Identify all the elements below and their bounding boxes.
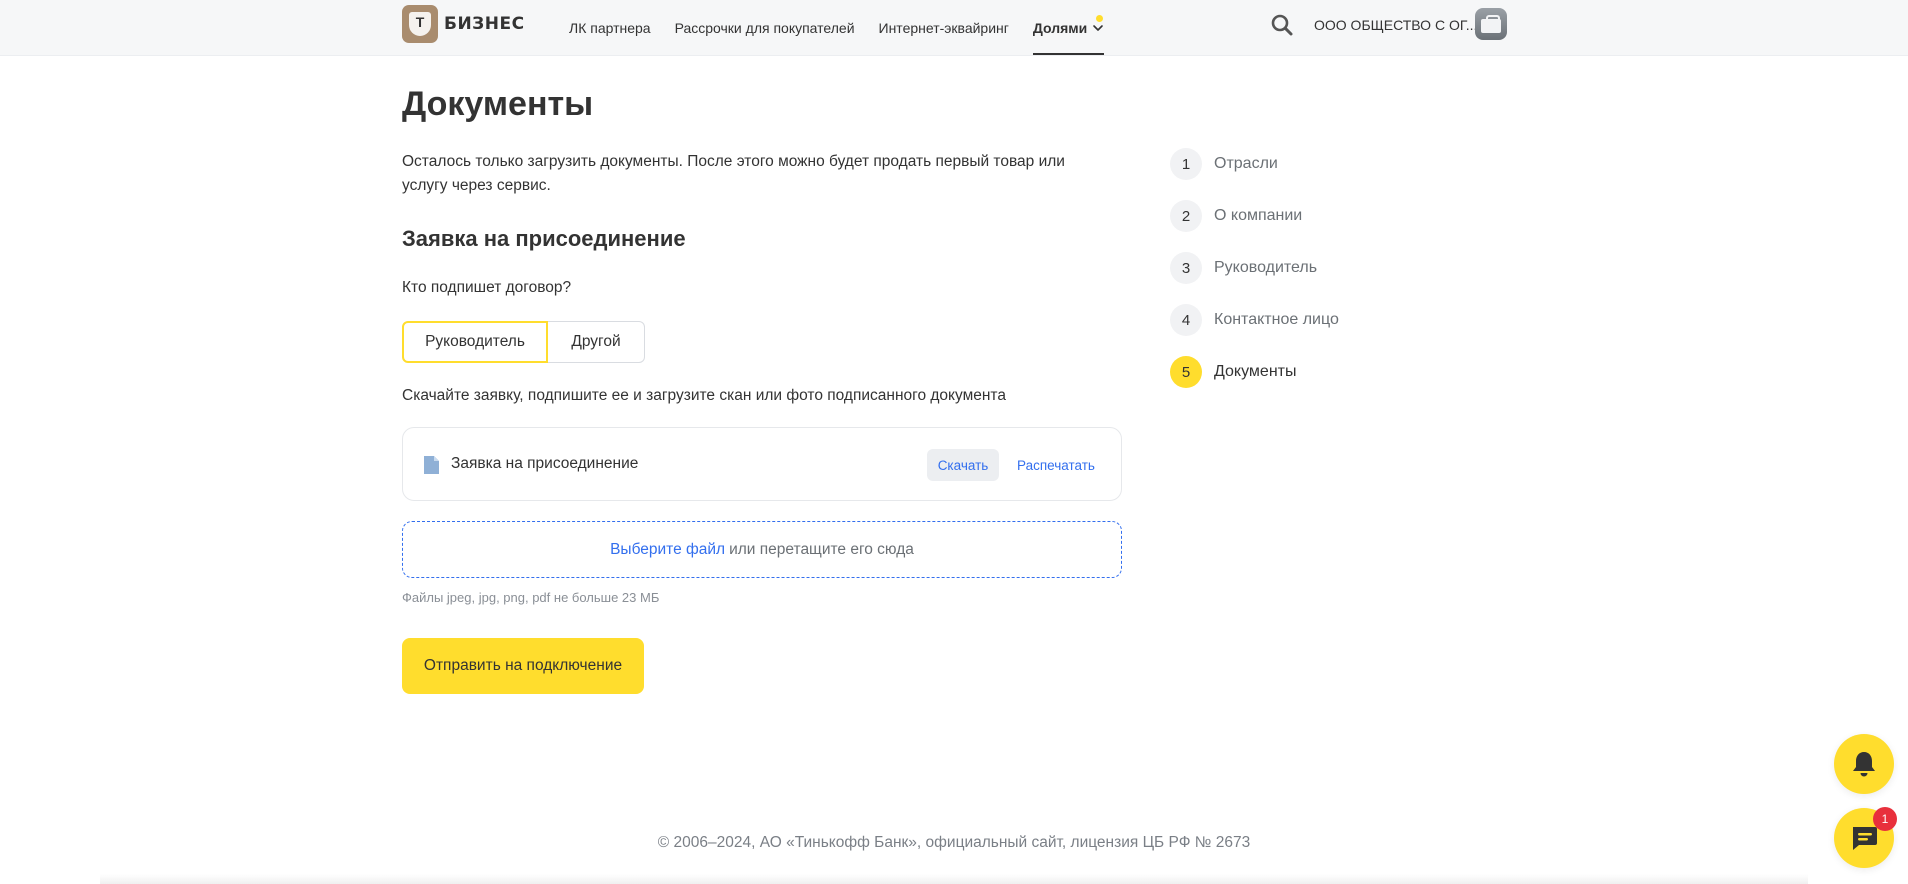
step-company[interactable]: 2 О компании (1170, 200, 1302, 232)
notifications-button[interactable] (1834, 734, 1894, 794)
nav-item-label: Рассрочки для покупателей (674, 19, 855, 36)
instruction-text: Скачайте заявку, подпишите ее и загрузит… (402, 387, 1006, 404)
chat-unread-badge: 1 (1873, 807, 1897, 831)
nav-item-acquiring[interactable]: Интернет-эквайринг (879, 0, 1009, 55)
step-label: Контактное лицо (1214, 311, 1339, 328)
choose-file-link[interactable]: Выберите файл (610, 541, 725, 559)
logo-letter: Т (409, 12, 431, 36)
signer-question: Кто подпишет договор? (402, 279, 572, 296)
section-title: Заявка на присоединение (402, 226, 686, 251)
document-icon (424, 456, 439, 474)
nav-item-label: ЛК партнера (569, 19, 651, 36)
step-number: 3 (1170, 252, 1202, 284)
dropzone-text: или перетащите его сюда (729, 540, 914, 558)
bell-icon (1853, 752, 1875, 777)
nav-item-label: Интернет-эквайринг (878, 19, 1009, 36)
main-nav: ЛК партнера Рассрочки для покупателей Ин… (569, 0, 1128, 55)
step-label: Документы (1214, 363, 1297, 380)
nav-item-dolyami[interactable]: Долями (1032, 0, 1105, 55)
logo-shield-icon: Т (402, 5, 438, 43)
step-industries[interactable]: 1 Отрасли (1170, 148, 1278, 180)
file-dropzone[interactable]: Выберите файл или перетащите его сюда (402, 521, 1122, 578)
chevron-down-icon (1093, 24, 1104, 31)
top-header: Т БИЗНЕС ЛК партнера Рассрочки для покуп… (0, 0, 1908, 56)
footer-shadow (100, 874, 1808, 884)
page-title: Документы (402, 85, 594, 123)
step-label: Отрасли (1214, 155, 1278, 172)
footer-copyright: © 2006–2024, АО «Тинькофф Банк», официал… (657, 834, 1251, 851)
logo-text: БИЗНЕС (444, 14, 525, 34)
nav-item-installments[interactable]: Рассрочки для покупателей (675, 0, 855, 55)
file-hint: Файлы jpeg, jpg, png, pdf не больше 23 М… (402, 590, 660, 605)
nav-item-partner-account[interactable]: ЛК партнера (569, 0, 651, 55)
organization-avatar[interactable] (1475, 8, 1507, 40)
step-label: Руководитель (1214, 259, 1318, 276)
step-number: 1 (1170, 148, 1202, 180)
step-contact-person[interactable]: 4 Контактное лицо (1170, 304, 1339, 336)
document-card: Заявка на присоединение Скачать Распечат… (402, 427, 1122, 501)
signer-option-director[interactable]: Руководитель (402, 321, 548, 363)
briefcase-icon (1481, 19, 1501, 33)
step-label: О компании (1214, 207, 1303, 224)
signer-selector: Руководитель Другой (402, 321, 645, 363)
logo[interactable]: Т БИЗНЕС (402, 5, 525, 43)
organization-name[interactable]: ООО ОБЩЕСТВО С ОГ... (1314, 17, 1477, 33)
intro-text: Осталось только загрузить документы. Пос… (402, 153, 1065, 194)
step-number: 2 (1170, 200, 1202, 232)
chat-icon (1853, 827, 1877, 850)
download-button[interactable]: Скачать (927, 449, 999, 481)
step-director[interactable]: 3 Руководитель (1170, 252, 1317, 284)
step-documents[interactable]: 5 Документы (1170, 356, 1296, 388)
print-button[interactable]: Распечатать (1012, 449, 1100, 481)
submit-button[interactable]: Отправить на подключение (402, 638, 644, 694)
signer-option-other[interactable]: Другой (548, 321, 645, 363)
step-number: 5 (1170, 356, 1202, 388)
step-number: 4 (1170, 304, 1202, 336)
nav-item-label: Долями (1032, 19, 1088, 36)
search-icon[interactable] (1270, 13, 1294, 37)
document-name: Заявка на присоединение (451, 455, 639, 472)
